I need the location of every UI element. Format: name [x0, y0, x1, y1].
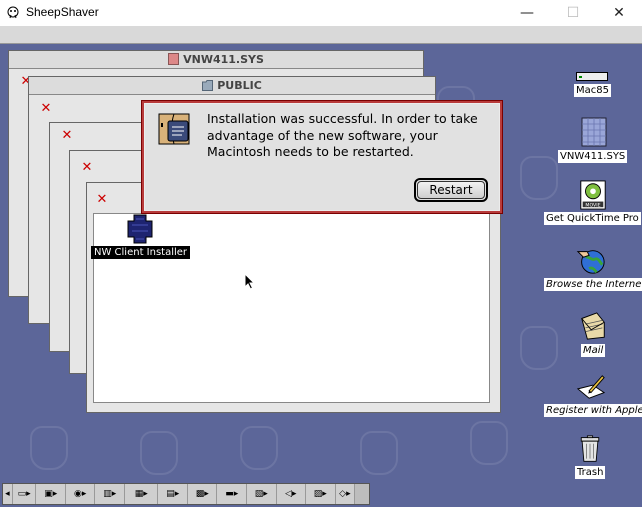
desktop-icon-trash[interactable]: Trash	[566, 434, 622, 480]
desktop-icon-label: VNW411.SYS	[558, 150, 628, 163]
register-pen-icon	[576, 375, 606, 399]
keychain-icon[interactable]: ▦▸	[125, 484, 159, 504]
location-icon[interactable]: ▧▸	[247, 484, 277, 504]
window-title-public: PUBLIC	[217, 79, 262, 92]
desktop-icon-label: Register with Apple	[544, 404, 642, 417]
installer-label[interactable]: NW Client Installer	[91, 246, 191, 259]
monitor-icon[interactable]: ▣▸	[36, 484, 66, 504]
control-strip[interactable]: ◂ ▭▸ ▣▸ ◉▸ ▥▸ ▦▸ ▤▸ ▩▸ ▬▸ ▧▸ ◁▸ ▨▸ ◇▸	[2, 483, 370, 505]
printer-icon[interactable]: ▬▸	[217, 484, 247, 504]
file-sharing-icon[interactable]: ▥▸	[95, 484, 125, 504]
remote-access-icon[interactable]: ◇▸	[336, 484, 356, 504]
desktop-icon-quicktime[interactable]: MOVIE Get QuickTime Pro	[544, 180, 642, 226]
quicktime-movie-icon: MOVIE	[580, 180, 606, 210]
disk-image-small-icon	[168, 53, 180, 65]
folder-small-icon	[202, 80, 214, 91]
restart-button-label: Restart	[417, 181, 485, 199]
window-titlebar[interactable]: VNW411.SYS	[9, 51, 423, 69]
alert-dialog[interactable]: Installation was successful. In order to…	[141, 100, 503, 214]
close-box-icon[interactable]: ✕	[95, 193, 109, 207]
window-titlebar[interactable]: PUBLIC	[29, 77, 435, 95]
mac-menubar	[0, 26, 642, 44]
wallpaper-pattern	[360, 431, 398, 475]
appletalk-switch-icon[interactable]: ▭▸	[13, 484, 37, 504]
svg-text:MOVIE: MOVIE	[585, 202, 600, 208]
wallpaper-pattern	[240, 426, 278, 470]
desktop-pattern-icon[interactable]: ▩▸	[188, 484, 218, 504]
control-strip-end-tab[interactable]	[355, 484, 369, 504]
desktop-icon-vnw411[interactable]: VNW411.SYS	[556, 116, 630, 164]
control-strip-left-tab[interactable]: ◂	[3, 484, 13, 504]
host-titlebar: SheepShaver — ☐ ✕	[0, 0, 642, 26]
mail-icon	[581, 312, 605, 340]
wallpaper-pattern	[140, 431, 178, 475]
alert-message: Installation was successful. In order to…	[207, 111, 478, 159]
close-box-icon[interactable]: ✕	[80, 161, 94, 175]
desktop-icon-mail[interactable]: Mail	[570, 310, 620, 358]
color-depth-icon[interactable]: ▤▸	[158, 484, 188, 504]
desktop-icon-label: Mail	[581, 344, 606, 357]
desktop-icon-label: Trash	[575, 466, 606, 479]
desktop-icon-mac85[interactable]: Mac85	[560, 66, 630, 100]
close-icon: ✕	[613, 5, 625, 21]
disk-image-icon	[581, 117, 607, 147]
restart-button[interactable]: Restart	[414, 178, 488, 202]
minimize-button[interactable]: —	[504, 0, 550, 26]
hard-disk-icon	[576, 72, 608, 81]
web-sharing-icon[interactable]: ▨▸	[306, 484, 336, 504]
desktop-icon-register[interactable]: Register with Apple	[542, 372, 642, 418]
close-box-icon[interactable]: ✕	[60, 129, 74, 143]
mac-desktop[interactable]: VNW411.SYS ✕ TO PUBLIC ✕ ✕ ✕ ✕ NW Client…	[0, 26, 642, 507]
close-box-icon[interactable]: ✕	[39, 102, 53, 116]
desktop-icon-internet[interactable]: Browse the Internet	[542, 246, 642, 292]
close-window-button[interactable]: ✕	[596, 0, 642, 26]
installer-icon[interactable]	[124, 213, 156, 245]
window-title: SheepShaver	[26, 5, 99, 19]
globe-icon	[576, 250, 605, 274]
wallpaper-pattern	[520, 326, 558, 370]
mac-os-face-icon	[158, 113, 190, 145]
minimize-icon: —	[520, 5, 534, 21]
desktop-icon-label: Get QuickTime Pro	[544, 212, 641, 225]
wallpaper-pattern	[470, 421, 508, 465]
trash-icon	[580, 435, 600, 462]
desktop-icon-label: Mac85	[574, 84, 611, 97]
sheep-app-icon	[7, 6, 19, 19]
mouse-cursor-icon	[244, 273, 256, 290]
maximize-icon: ☐	[566, 5, 580, 21]
cd-icon[interactable]: ◉▸	[66, 484, 96, 504]
sound-volume-icon[interactable]: ◁▸	[277, 484, 307, 504]
window-title-vnw411: VNW411.SYS	[183, 53, 264, 66]
maximize-button[interactable]: ☐	[550, 0, 596, 26]
desktop-icon-label: Browse the Internet	[544, 278, 642, 291]
wallpaper-pattern	[30, 426, 68, 470]
